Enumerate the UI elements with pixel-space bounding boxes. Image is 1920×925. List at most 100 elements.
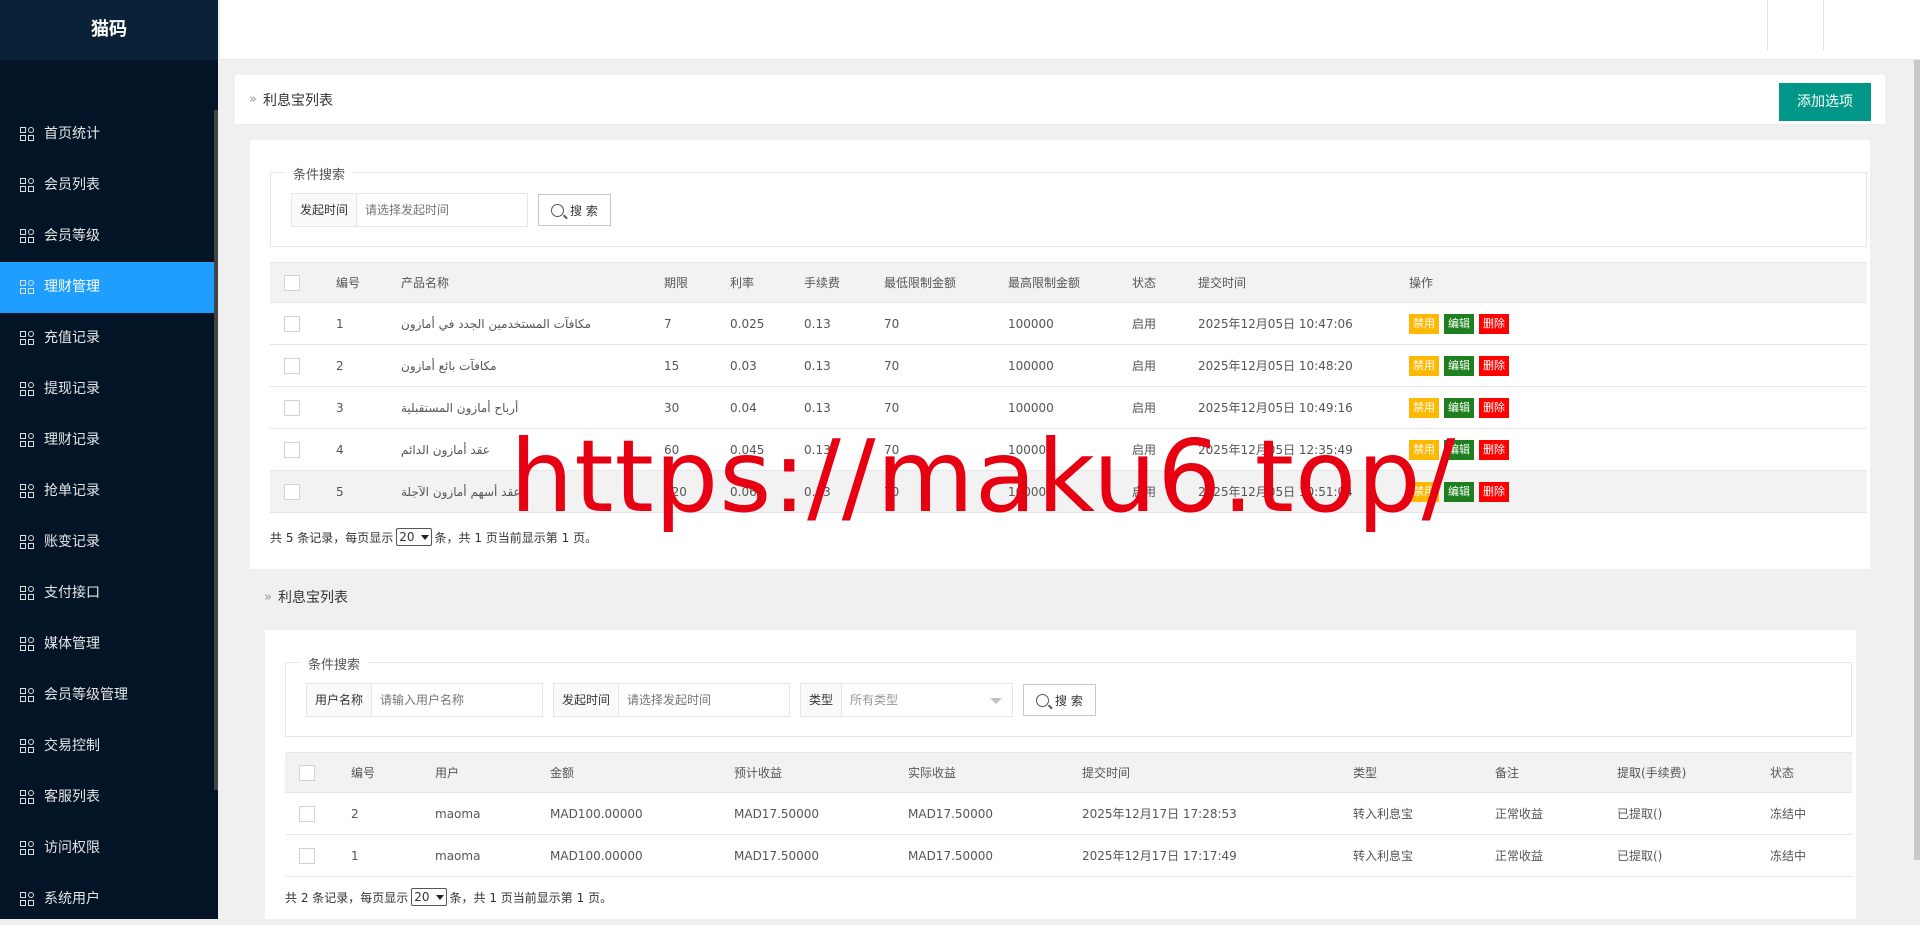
cell-min-text: 70 — [884, 400, 900, 415]
cell-id: 3 — [336, 386, 401, 429]
delete-button[interactable]: 删除 — [1479, 439, 1509, 460]
cell-withdraw: 已提取() — [1617, 792, 1770, 835]
cell-note: 正常收益 — [1495, 792, 1617, 835]
edit-button[interactable]: 编辑 — [1444, 313, 1474, 334]
type-filter-select[interactable]: 所有类型 — [842, 684, 1012, 716]
cell-time-text: 2025年12月05日 10:48:20 — [1198, 359, 1353, 373]
edit-button[interactable]: 编辑 — [1444, 355, 1474, 376]
sidebar-item[interactable]: 系统用户 — [0, 874, 218, 925]
sidebar-nav: 首页统计会员列表会员等级理财管理充值记录提现记录 理财记录抢单记录账变记录 支付接口… — [0, 109, 218, 925]
row-checkbox[interactable] — [299, 847, 315, 864]
type-filter-value: 所有类型 — [850, 693, 899, 707]
sidebar-item[interactable]: 抢单记录 — [0, 466, 218, 517]
row-checkbox[interactable] — [284, 399, 300, 416]
sidebar-item[interactable]: 访问权限 — [0, 823, 218, 874]
cell-expected: MAD17.50000 — [734, 792, 908, 835]
select-all-checkbox[interactable] — [299, 764, 315, 781]
disable-button[interactable]: 禁用 — [1409, 355, 1439, 376]
sidebar-item[interactable]: 提现记录 — [0, 364, 218, 415]
delete-button[interactable]: 删除 — [1479, 313, 1509, 334]
cell-fee: 0.13 — [804, 344, 884, 387]
column-header: 产品名称 — [401, 262, 664, 303]
sidebar-item-label: 会员列表 — [44, 177, 100, 193]
column-header: 期限 — [664, 262, 730, 303]
row-select-cell — [285, 792, 351, 835]
cell-max: 100000 — [1008, 302, 1132, 345]
page-size-select[interactable]: 20 — [396, 528, 432, 546]
disable-button[interactable]: 禁用 — [1409, 313, 1439, 334]
add-option-button[interactable]: 添加选项 — [1779, 83, 1871, 121]
grid-icon — [20, 382, 35, 397]
sidebar-item[interactable]: 交易控制 — [0, 721, 218, 772]
column-header: 最低限制金额 — [884, 262, 1008, 303]
watermark-url: https://maku6.top/ — [510, 418, 1457, 535]
header-divider — [1823, 0, 1824, 50]
edit-button[interactable]: 编辑 — [1444, 397, 1474, 418]
sidebar-item-label: 充值记录 — [44, 330, 100, 346]
user-filter-input[interactable] — [372, 684, 543, 716]
cell-term: 7 — [664, 302, 730, 345]
row-select-cell — [270, 428, 336, 471]
sidebar-item[interactable]: 会员等级管理 — [0, 670, 218, 721]
sidebar-item[interactable]: 理财管理 — [0, 262, 218, 313]
grid-icon — [20, 433, 35, 448]
pagination-suffix: 条，共 1 页当前显示第 1 页。 — [449, 890, 613, 905]
sidebar-item[interactable]: 会员列表 — [0, 160, 218, 211]
cell-user-text: maoma — [435, 806, 481, 821]
cell-actions: 禁用 编辑 删除 — [1409, 428, 1867, 471]
sidebar-item[interactable]: 支付接口 — [0, 568, 218, 619]
grid-icon — [20, 331, 35, 346]
cell-status-text: 冻结中 — [1770, 849, 1807, 863]
grid-icon — [20, 637, 35, 652]
grid-icon — [20, 790, 35, 805]
row-checkbox[interactable] — [284, 483, 300, 500]
sidebar-item[interactable]: 客服列表 — [0, 772, 218, 823]
sidebar-item[interactable]: 媒体管理 — [0, 619, 218, 670]
time-filter-input[interactable] — [357, 194, 528, 226]
cell-actions: 禁用 编辑 删除 — [1409, 470, 1867, 513]
sidebar-item[interactable]: 理财记录 — [0, 415, 218, 466]
delete-button[interactable]: 删除 — [1479, 481, 1509, 502]
grid-icon — [20, 127, 35, 142]
search-button[interactable]: 搜 索 — [538, 194, 611, 226]
cell-term-text: 30 — [664, 400, 680, 415]
row-checkbox[interactable] — [284, 441, 300, 458]
grid-icon — [20, 586, 35, 601]
delete-button[interactable]: 删除 — [1479, 355, 1509, 376]
page-size-value: 20 — [399, 530, 415, 544]
sidebar-item[interactable]: 账变记录 — [0, 517, 218, 568]
time-filter-input[interactable] — [619, 684, 790, 716]
main-scrollbar[interactable] — [1914, 60, 1920, 860]
cell-user-text: maoma — [435, 848, 481, 863]
sidebar-item-label: 抢单记录 — [44, 483, 100, 499]
select-all-checkbox[interactable] — [284, 274, 300, 291]
cell-id-text: 1 — [336, 316, 344, 331]
row-checkbox[interactable] — [284, 315, 300, 332]
cell-type: 转入利息宝 — [1353, 792, 1495, 835]
sidebar-item[interactable]: 会员等级 — [0, 211, 218, 262]
cell-expected: MAD17.50000 — [734, 834, 908, 877]
search-icon — [1036, 693, 1050, 707]
cell-time: 2025年12月17日 17:17:49 — [1082, 834, 1353, 877]
sidebar-item-label: 理财管理 — [44, 279, 100, 295]
disable-button[interactable]: 禁用 — [1409, 397, 1439, 418]
cell-actions: 禁用 编辑 删除 — [1409, 344, 1867, 387]
sidebar-scrollbar[interactable] — [214, 110, 218, 790]
cell-time-text: 2025年12月05日 10:47:06 — [1198, 317, 1353, 331]
page-size-select[interactable]: 20 — [411, 888, 447, 906]
sidebar-item[interactable]: 首页统计 — [0, 109, 218, 160]
cell-name: مكافآت بائع أمازون — [401, 344, 664, 387]
row-checkbox[interactable] — [284, 357, 300, 374]
sidebar-item[interactable]: 充值记录 — [0, 313, 218, 364]
brand-logo[interactable]: 猫码 — [0, 0, 218, 60]
delete-button[interactable]: 删除 — [1479, 397, 1509, 418]
column-header: 利率 — [730, 262, 804, 303]
cell-id-text: 2 — [351, 806, 359, 821]
section2-title: 利息宝列表 — [277, 590, 348, 606]
cell-fee-text: 0.13 — [804, 400, 831, 415]
search-button[interactable]: 搜 索 — [1023, 684, 1096, 716]
cell-min: 70 — [884, 302, 1008, 345]
cell-id: 2 — [351, 792, 435, 835]
row-checkbox[interactable] — [299, 805, 315, 822]
cell-actions: 禁用 编辑 删除 — [1409, 386, 1867, 429]
